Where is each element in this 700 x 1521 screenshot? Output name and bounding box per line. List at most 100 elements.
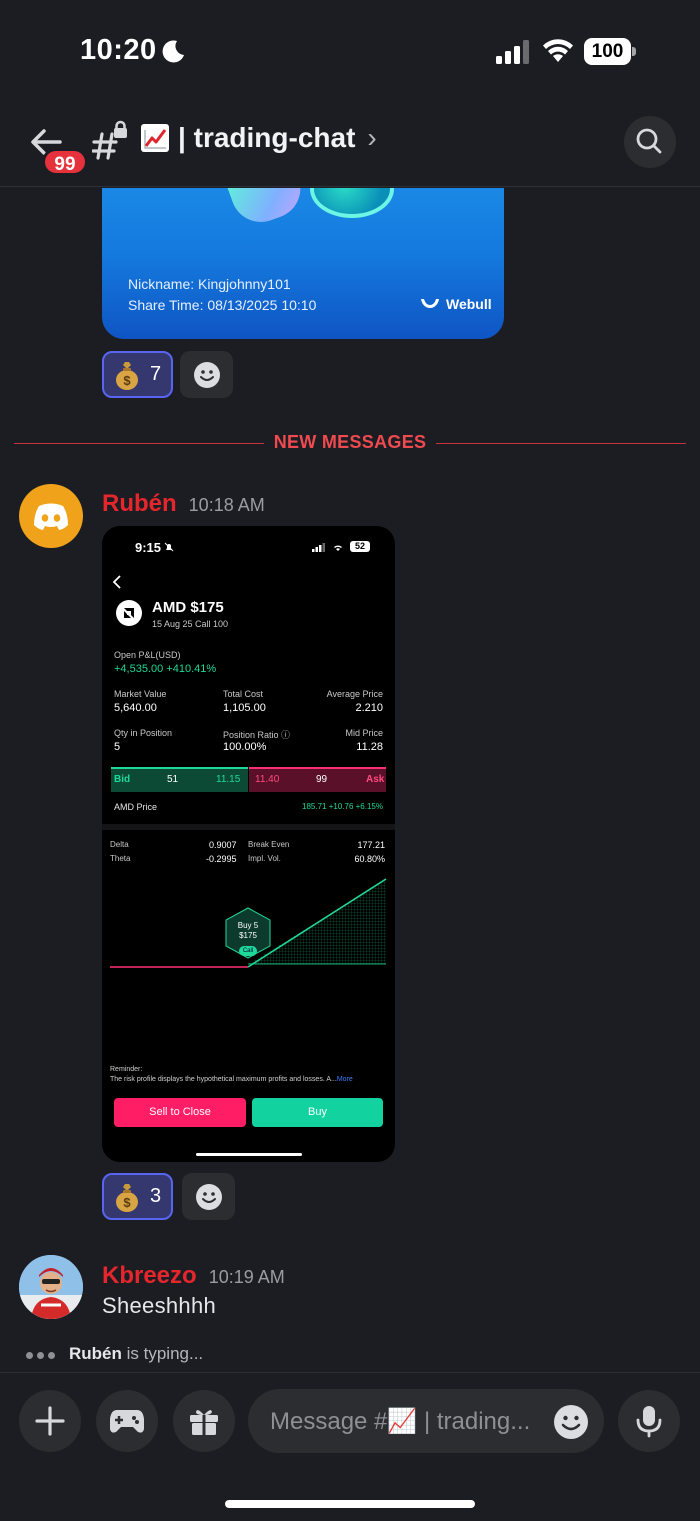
bid-label: Bid — [114, 774, 131, 785]
channel-title[interactable]: | trading-chat › — [140, 122, 377, 154]
microphone-icon — [636, 1406, 662, 1438]
marker-line: Buy 5 — [237, 921, 259, 930]
shot-value: 2.210 — [355, 702, 383, 714]
new-messages-line — [14, 443, 264, 444]
avatar-image — [19, 1255, 83, 1319]
shot-value: 1,105.00 — [223, 702, 266, 714]
shot-battery: 52 — [350, 541, 370, 552]
locked-channel-hash-icon — [92, 120, 127, 160]
shot-status-time: 9:15 — [135, 540, 162, 555]
shot-pnl-value: +4,535.00 +410.41% — [114, 663, 217, 675]
unread-badge: 99 — [42, 148, 88, 176]
avatar-kbreezo[interactable] — [19, 1255, 83, 1319]
bid-size: 51 — [167, 774, 179, 785]
money-bag-icon: $ — [116, 361, 138, 390]
webull-logo-icon — [421, 299, 439, 308]
webull-share-card-image[interactable]: Nickname: Kingjohnny101 Share Time: 08/1… — [102, 188, 504, 339]
more-link: More — [336, 1076, 353, 1083]
webull-brand-name: Webull — [446, 296, 492, 312]
shot-value: 60.80% — [354, 854, 385, 864]
ask-size: 99 — [316, 774, 328, 785]
author-name[interactable]: Rubén — [102, 490, 177, 518]
message-text: Sheeshhhh — [102, 1293, 217, 1318]
search-button[interactable] — [624, 116, 676, 168]
shot-value: 0.9007 — [209, 840, 237, 850]
card-nickname: Nickname: Kingjohnny101 — [128, 276, 291, 292]
search-icon — [636, 128, 662, 154]
shot-label: Average Price — [326, 689, 383, 699]
shot-home-indicator — [196, 1153, 302, 1156]
moon-icon — [162, 40, 184, 63]
shot-label: Theta — [110, 854, 131, 863]
reaction-money-bag[interactable]: $ 3 — [102, 1173, 174, 1220]
webull-logo: Webull — [420, 296, 492, 312]
add-reaction-button[interactable] — [182, 1173, 235, 1220]
card-graphic-shape — [310, 188, 394, 218]
svg-text:$: $ — [123, 1195, 131, 1210]
shot-value: -0.2995 — [206, 854, 237, 864]
smiley-icon — [195, 1183, 222, 1210]
shot-label: Mid Price — [345, 728, 383, 738]
svg-text:$: $ — [123, 373, 131, 388]
attached-screenshot-image[interactable]: 9:15 52 AMD $175 15 Aug 25 Call 100 Open… — [102, 526, 395, 1162]
reminder-label: Reminder: — [110, 1066, 143, 1073]
shot-value: 11.28 — [356, 741, 383, 753]
status-time: 10:20 — [80, 34, 157, 66]
chart-increasing-icon — [141, 124, 169, 152]
shot-label: Total Cost — [223, 689, 264, 699]
voice-message-button[interactable] — [618, 1390, 680, 1452]
reaction-money-bag[interactable]: $ 7 — [102, 351, 174, 398]
shot-pnl-label: Open P&L(USD) — [114, 650, 181, 660]
reaction-count: 7 — [150, 363, 162, 385]
shot-value: 5,640.00 — [114, 702, 157, 714]
gamepad-icon — [110, 1410, 144, 1433]
money-bag-icon: $ — [116, 1183, 138, 1212]
shot-amd-price: 185.71 +10.76 +6.15% — [302, 802, 383, 811]
typing-dots-icon — [26, 1344, 59, 1364]
amd-logo-icon — [124, 608, 134, 618]
card-graphic-shape — [225, 188, 309, 231]
author-name[interactable]: Kbreezo — [102, 1262, 197, 1290]
battery-indicator: 100 — [584, 38, 636, 65]
new-messages-label: NEW MESSAGES — [273, 432, 427, 452]
typing-suffix: is typing... — [126, 1344, 204, 1363]
shot-value: 5 — [114, 741, 121, 753]
marker-line: $175 — [239, 931, 257, 940]
shot-label: Break Even — [248, 840, 290, 849]
shot-signal-icon — [312, 543, 325, 552]
marker-tag: Call — [239, 946, 257, 956]
avatar-ruben[interactable] — [19, 484, 83, 548]
shot-label: Market Value — [114, 689, 167, 699]
shot-sell-button: Sell to Close — [114, 1098, 246, 1127]
message-header: Rubén 10:18 AM — [102, 490, 265, 518]
bell-slash-icon — [164, 542, 174, 552]
shot-label: Delta — [110, 840, 129, 849]
ask-price: 11.40 — [255, 774, 280, 785]
shot-contract: 15 Aug 25 Call 100 — [152, 619, 229, 629]
emoji-button[interactable] — [553, 1404, 589, 1445]
message-input[interactable]: Message #📈 | trading... — [248, 1389, 604, 1453]
home-indicator — [225, 1500, 475, 1508]
signal-icon — [496, 40, 529, 64]
shot-label: Impl. Vol. — [248, 854, 281, 863]
bid-price: 11.15 — [216, 774, 241, 785]
message-timestamp: 10:19 AM — [208, 1267, 285, 1287]
gift-button[interactable] — [173, 1390, 235, 1452]
shot-wifi-icon — [334, 545, 342, 551]
channel-name: | trading-chat — [178, 122, 356, 153]
attach-button[interactable] — [19, 1390, 81, 1452]
message-header: Kbreezo 10:19 AM — [102, 1262, 285, 1290]
discord-logo-icon — [34, 503, 68, 530]
shot-label: Position Ratio ⓘ — [223, 730, 291, 740]
plus-icon — [35, 1406, 65, 1436]
composer-divider — [0, 1372, 700, 1373]
shot-section-divider — [102, 824, 395, 830]
ask-label: Ask — [366, 774, 385, 785]
amd-logo — [116, 600, 142, 626]
shot-value: 177.21 — [357, 840, 385, 850]
add-reaction-button[interactable] — [180, 351, 233, 398]
activities-button[interactable] — [96, 1390, 158, 1452]
reminder: The risk profile displays the hypothetic… — [110, 1076, 353, 1083]
new-messages-line — [436, 443, 686, 444]
gift-icon — [190, 1410, 218, 1435]
